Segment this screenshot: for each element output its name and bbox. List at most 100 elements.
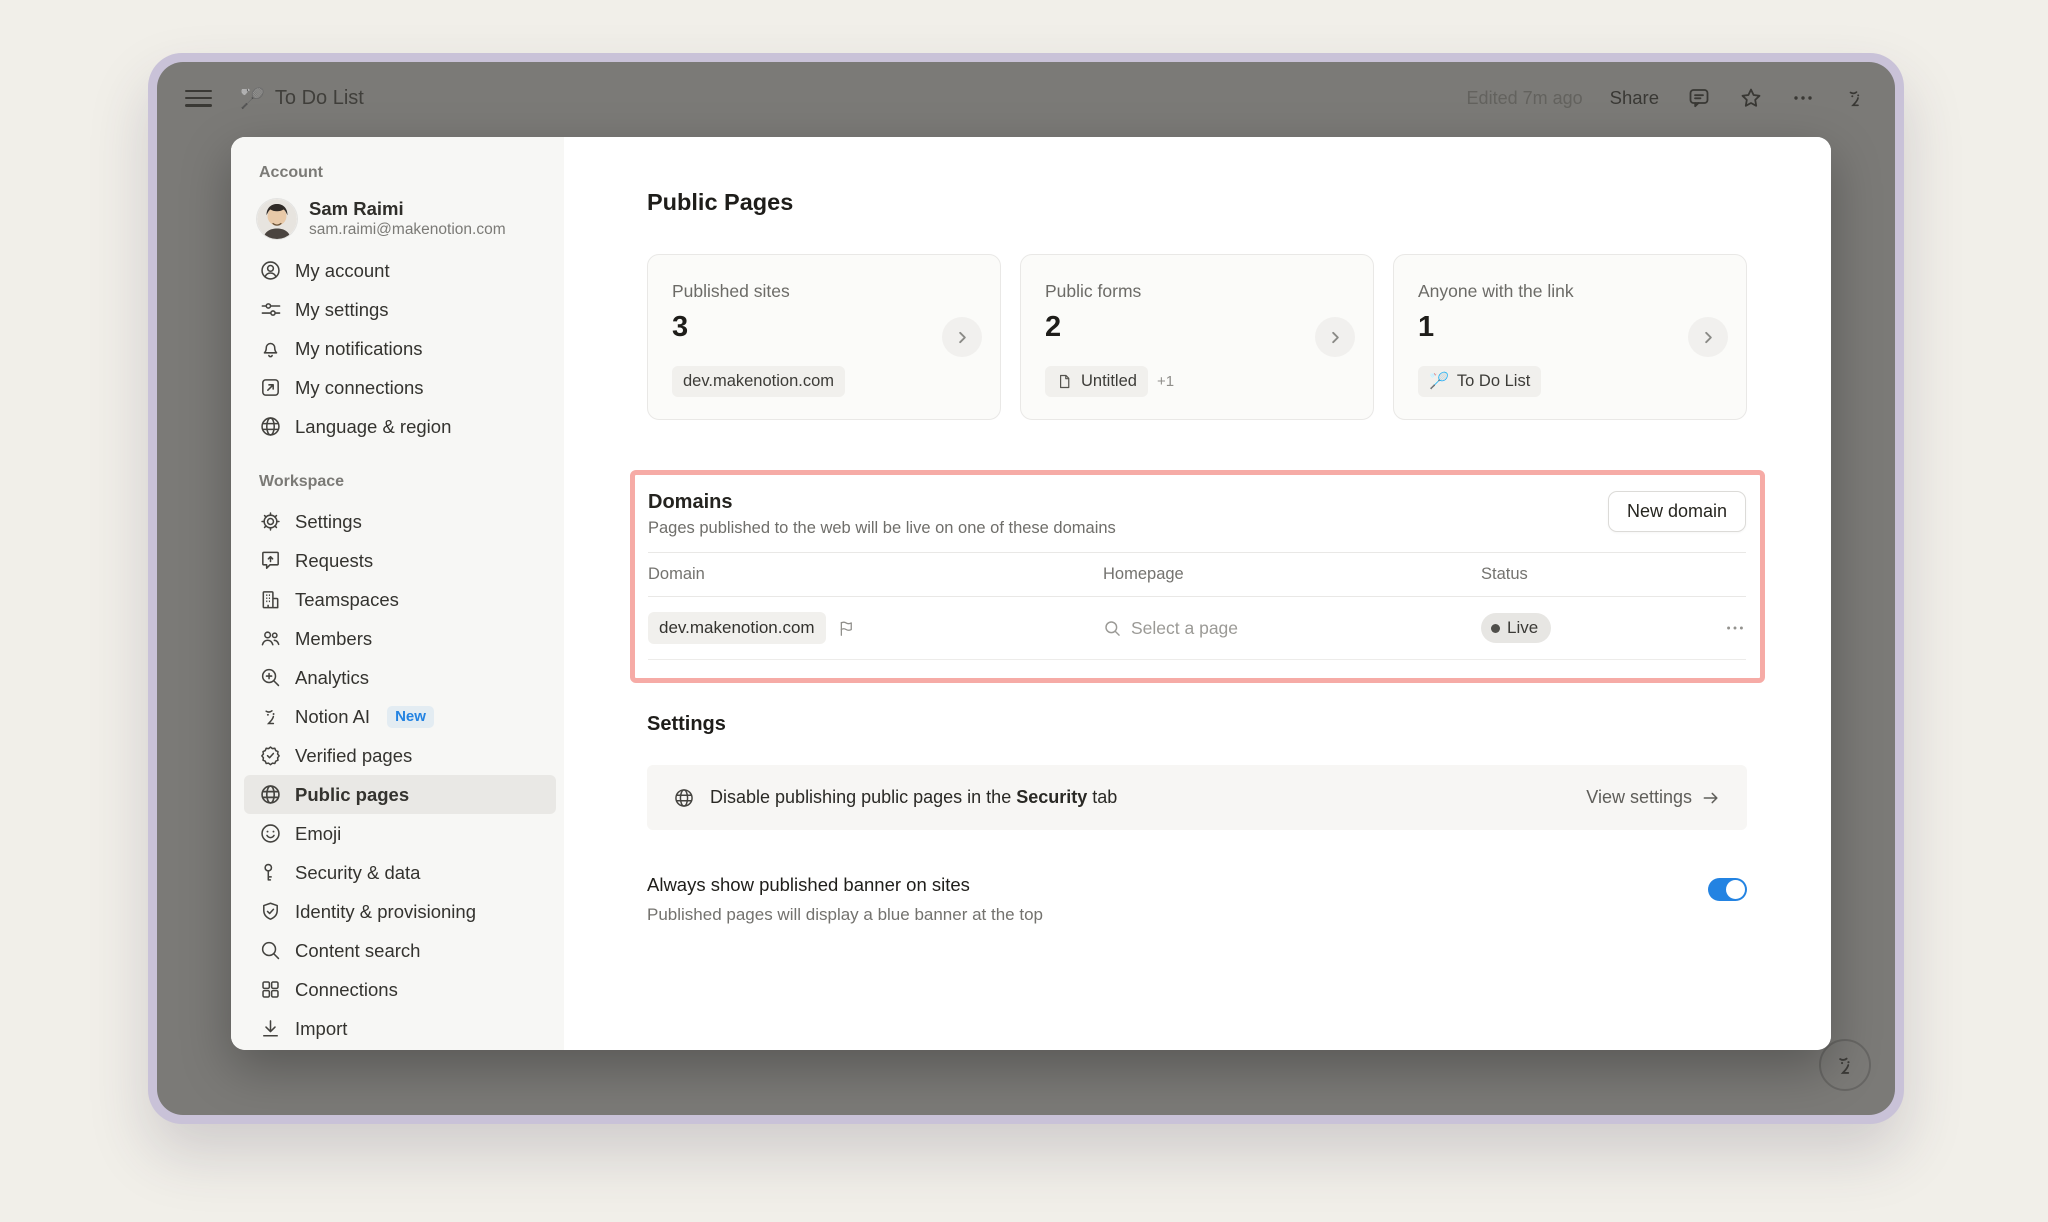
- chevron-right-icon[interactable]: [1315, 317, 1355, 357]
- sidebar-item-my-settings[interactable]: My settings: [244, 290, 556, 329]
- domains-section-annotation: Domains Pages published to the web will …: [630, 470, 1765, 683]
- page-icon: [1056, 373, 1073, 390]
- domain-chip: dev.makenotion.com: [672, 366, 845, 397]
- globe-icon: [259, 415, 282, 438]
- notion-ai-icon[interactable]: [1842, 86, 1867, 111]
- new-domain-button[interactable]: New domain: [1608, 491, 1746, 532]
- toggle-knob: [1726, 880, 1745, 899]
- published-sites-count: 3: [672, 311, 976, 344]
- published-sites-card[interactable]: Published sites 3 dev.makenotion.com: [647, 254, 1001, 420]
- search-icon: [1103, 619, 1122, 638]
- sidebar-item-content-search[interactable]: Content search: [244, 931, 556, 970]
- notion-ai-fab[interactable]: [1819, 1039, 1871, 1091]
- favorite-star-icon[interactable]: [1738, 86, 1763, 111]
- user-avatar: [257, 199, 297, 239]
- top-bar: 🏸 To Do List Edited 7m ago Share: [157, 62, 1895, 134]
- column-header-status: Status: [1481, 565, 1702, 584]
- domain-table-row: dev.makenotion.com Select a page: [648, 597, 1746, 660]
- sidebar-item-settings[interactable]: Settings: [244, 502, 556, 541]
- column-header-homepage: Homepage: [1103, 565, 1481, 584]
- sidebar-item-teamspaces[interactable]: Teamspaces: [244, 580, 556, 619]
- page-emoji-icon: 🏸: [240, 86, 265, 111]
- grid-icon: [259, 978, 282, 1001]
- arrow-up-right-box-icon: [259, 376, 282, 399]
- more-options-icon[interactable]: [1790, 86, 1815, 111]
- domain-name-chip[interactable]: dev.makenotion.com: [648, 612, 826, 644]
- arrow-right-icon: [1701, 788, 1721, 808]
- sidebar-item-my-connections[interactable]: My connections: [244, 368, 556, 407]
- user-circle-icon: [259, 259, 282, 282]
- browser-window: 🏸 To Do List Edited 7m ago Share: [148, 53, 1904, 1124]
- sidebar-item-connections[interactable]: Connections: [244, 970, 556, 1009]
- chevron-right-icon[interactable]: [1688, 317, 1728, 357]
- setting-description: Published pages will display a blue bann…: [647, 905, 1043, 925]
- sidebar-item-analytics[interactable]: Analytics: [244, 658, 556, 697]
- sidebar-item-my-account[interactable]: My account: [244, 251, 556, 290]
- banner-text: Disable publishing public pages in the S…: [710, 787, 1117, 808]
- status-badge: Live: [1481, 613, 1551, 643]
- building-icon: [259, 588, 282, 611]
- view-settings-link[interactable]: View settings: [1586, 787, 1721, 808]
- sidebar-item-verified-pages[interactable]: Verified pages: [244, 736, 556, 775]
- sliders-icon: [259, 298, 282, 321]
- request-bubble-icon: [259, 549, 282, 572]
- settings-section-title: Settings: [647, 713, 1747, 739]
- sidebar-user-profile[interactable]: Sam Raimi sam.raimi@makenotion.com: [257, 193, 548, 245]
- settings-sidebar: Account Sam Raimi sam.raimi@makenotion.c…: [231, 137, 564, 1050]
- notion-app-dimmed: 🏸 To Do List Edited 7m ago Share: [157, 62, 1895, 1115]
- people-icon: [259, 627, 282, 650]
- sidebar-item-language-region[interactable]: Language & region: [244, 407, 556, 446]
- select-a-page-field[interactable]: Select a page: [1103, 618, 1481, 639]
- sidebar-item-import[interactable]: Import: [244, 1009, 556, 1048]
- sidebar-item-identity-provisioning[interactable]: Identity & provisioning: [244, 892, 556, 931]
- sidebar-item-my-notifications[interactable]: My notifications: [244, 329, 556, 368]
- user-name: Sam Raimi: [309, 198, 506, 220]
- comments-icon[interactable]: [1686, 86, 1711, 111]
- column-header-domain: Domain: [648, 565, 1103, 584]
- anyone-with-link-card[interactable]: Anyone with the link 1 🏸 To Do List: [1393, 254, 1747, 420]
- status-dot: [1491, 624, 1500, 633]
- anyone-with-link-count: 1: [1418, 311, 1722, 344]
- bell-icon: [259, 337, 282, 360]
- public-forms-card[interactable]: Public forms 2 Untitled +1: [1020, 254, 1374, 420]
- untitled-page-chip: Untitled: [1045, 366, 1148, 397]
- panel-title: Public Pages: [647, 189, 1747, 216]
- magnifier-plus-icon: [259, 666, 282, 689]
- sidebar-item-notion-ai[interactable]: Notion AI New: [244, 697, 556, 736]
- share-button[interactable]: Share: [1610, 87, 1659, 109]
- download-icon: [259, 1017, 282, 1040]
- sidebar-item-emoji[interactable]: Emoji: [244, 814, 556, 853]
- breadcrumb[interactable]: 🏸 To Do List: [240, 86, 364, 111]
- hamburger-menu-icon[interactable]: [185, 90, 212, 107]
- public-forms-count: 2: [1045, 311, 1349, 344]
- public-pages-panel: Public Pages Published sites 3 dev.maken…: [564, 137, 1831, 1050]
- sidebar-item-members[interactable]: Members: [244, 619, 556, 658]
- page-emoji-icon: 🏸: [1429, 374, 1449, 390]
- flag-icon[interactable]: [837, 619, 856, 638]
- domains-table: Domain Homepage Status dev.makenotion.co…: [648, 552, 1746, 660]
- sidebar-item-security-data[interactable]: Security & data: [244, 853, 556, 892]
- row-more-options-icon[interactable]: [1724, 617, 1746, 639]
- todo-list-page-chip: 🏸 To Do List: [1418, 366, 1541, 397]
- workspace-section-header: Workspace: [259, 470, 564, 494]
- globe-icon: [259, 783, 282, 806]
- sidebar-item-requests[interactable]: Requests: [244, 541, 556, 580]
- user-email: sam.raimi@makenotion.com: [309, 220, 506, 240]
- account-section-header: Account: [259, 161, 564, 185]
- new-badge: New: [387, 706, 434, 728]
- chevron-right-icon[interactable]: [942, 317, 982, 357]
- globe-icon: [673, 787, 695, 809]
- published-banner-setting: Always show published banner on sites Pu…: [647, 874, 1747, 925]
- more-pages-count: +1: [1157, 373, 1174, 390]
- edited-timestamp: Edited 7m ago: [1467, 88, 1583, 109]
- settings-modal: Account Sam Raimi sam.raimi@makenotion.c…: [231, 137, 1831, 1050]
- published-banner-toggle[interactable]: [1708, 878, 1747, 901]
- domains-subtitle: Pages published to the web will be live …: [648, 519, 1116, 538]
- ai-face-icon: [259, 705, 282, 728]
- gear-icon: [259, 510, 282, 533]
- security-settings-banner: Disable publishing public pages in the S…: [647, 765, 1747, 830]
- sidebar-item-public-pages[interactable]: Public pages: [244, 775, 556, 814]
- verified-seal-icon: [259, 744, 282, 767]
- shield-check-icon: [259, 900, 282, 923]
- setting-label: Always show published banner on sites: [647, 874, 1043, 896]
